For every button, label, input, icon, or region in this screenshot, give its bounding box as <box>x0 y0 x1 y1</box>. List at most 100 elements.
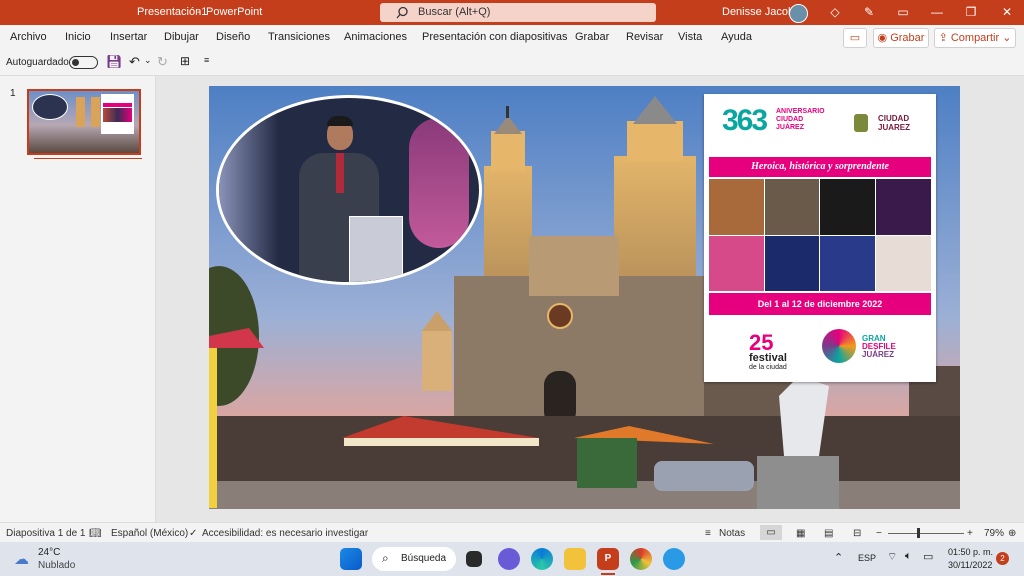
comment-icon: ▭ <box>849 32 861 44</box>
redo-icon[interactable]: ↻ <box>157 54 168 70</box>
notes-button[interactable]: Notas <box>719 528 745 539</box>
undo-icon[interactable]: ↶ <box>129 54 140 70</box>
tab-vista[interactable]: Vista <box>678 31 702 43</box>
chevron-up-icon[interactable]: ⌃ <box>834 551 843 564</box>
search-placeholder: Buscar (Alt+Q) <box>418 6 491 18</box>
ribbon-tabs: Archivo Inicio Insertar Dibujar Diseño T… <box>0 25 1024 49</box>
tab-revisar[interactable]: Revisar <box>626 31 663 43</box>
minimize-icon[interactable]: — <box>920 0 954 25</box>
restore-icon[interactable]: ❐ <box>954 0 988 25</box>
tab-animaciones[interactable]: Animaciones <box>344 31 407 43</box>
accessibility-status[interactable]: Accesibilidad: es necesario investigar <box>202 528 368 539</box>
tab-presentacion[interactable]: Presentación con diapositivas <box>422 31 568 43</box>
anniversary-line3: JUÁREZ <box>776 124 805 131</box>
taskbar: ☁ 24°C Nublado ⌕ Búsqueda P ⌃ ESP ⌔ 🔈︎ ▭… <box>0 542 1024 576</box>
record-label: Grabar <box>890 32 925 44</box>
active-app-indicator <box>601 573 615 575</box>
cloud-icon[interactable]: ☁ <box>14 550 29 568</box>
tab-archivo[interactable]: Archivo <box>10 31 47 43</box>
weather-desc[interactable]: Nublado <box>38 560 75 571</box>
anniversary-number: 363 <box>722 104 768 137</box>
battery-icon[interactable]: ▭ <box>923 550 933 563</box>
avatar[interactable] <box>789 4 808 23</box>
pen-icon[interactable]: ✎ <box>852 0 886 25</box>
weather-temp[interactable]: 24°C <box>38 547 60 558</box>
tab-insertar[interactable]: Insertar <box>110 31 147 43</box>
parade-logo-icon <box>822 329 856 363</box>
teams-icon[interactable] <box>498 548 520 570</box>
accessibility-icon[interactable]: ✓ <box>189 528 197 539</box>
record-button[interactable]: ◉ Grabar <box>873 28 929 48</box>
save-icon[interactable]: 💾︎ <box>106 54 123 70</box>
tab-ayuda[interactable]: Ayuda <box>721 31 752 43</box>
undo-dropdown-icon[interactable]: ⌄ <box>144 55 152 66</box>
parade-logo: GRAN DESFILE JUÁREZ <box>862 335 896 359</box>
anniversary-line1: ANIVERSARIO <box>776 108 825 115</box>
tab-dibujar[interactable]: Dibujar <box>164 31 199 43</box>
normal-view-icon[interactable]: ▭ <box>760 525 782 540</box>
slideshow-icon[interactable]: ⊟ <box>853 528 861 539</box>
quick-access-toolbar: Autoguardado 💾︎ ↶ ⌄ ↻ ⊞ ≡ <box>0 49 1024 76</box>
status-bar: Diapositiva 1 de 1 📖︎ Español (México) ✓… <box>0 522 1024 543</box>
share-button[interactable]: ⇪ Compartir ⌄ <box>934 28 1016 48</box>
close-icon[interactable]: ✕ <box>990 0 1024 25</box>
share-label: Compartir <box>950 32 1000 44</box>
speaker-icon[interactable]: 🔈︎ <box>905 550 912 563</box>
thumbnail-number: 1 <box>10 88 16 99</box>
record-icon: ◉ <box>877 32 891 44</box>
file-explorer-icon[interactable] <box>564 548 586 570</box>
zoom-level[interactable]: 79% <box>984 528 1004 539</box>
telegram-icon[interactable] <box>663 548 685 570</box>
zoom-in-icon[interactable]: + <box>967 528 973 539</box>
ribbon-display-icon[interactable]: ▭ <box>886 0 920 25</box>
task-view-icon[interactable] <box>466 551 482 567</box>
notes-icon[interactable]: ≡ <box>705 528 711 539</box>
share-icon: ⇪ <box>938 32 951 44</box>
fit-slide-icon[interactable]: ⊕ <box>1008 528 1016 539</box>
poster-dates: Del 1 al 12 de diciembre 2022 <box>709 293 931 315</box>
festival-line1: festival <box>749 352 787 364</box>
title-bar: Presentación1 - PowerPoint Buscar (Alt+Q… <box>0 0 1024 25</box>
customize-qat-icon[interactable]: ≡ <box>204 55 209 65</box>
wifi-icon[interactable]: ⌔ <box>887 550 897 564</box>
search-box[interactable]: Buscar (Alt+Q) <box>380 3 656 22</box>
slide-sorter-icon[interactable]: ▦ <box>796 528 805 539</box>
slide-thumbnail[interactable] <box>27 89 141 155</box>
city-seal-icon <box>854 114 868 132</box>
speaker-photo <box>216 95 482 285</box>
edge-icon[interactable] <box>531 548 553 570</box>
taskbar-search-icon: ⌕ <box>382 551 389 565</box>
event-poster: 363 ANIVERSARIO CIUDAD JUÁREZ CIUDAD JUA… <box>704 94 936 382</box>
autosave-toggle[interactable] <box>69 56 98 69</box>
city-logo-line2: JUAREZ <box>878 123 911 132</box>
anniversary-line2: CIUDAD <box>776 116 804 123</box>
comments-button[interactable]: ▭ <box>843 28 867 48</box>
present-icon[interactable]: ⊞ <box>180 54 190 68</box>
festival-logo: festival de la ciudad <box>749 353 787 373</box>
clock-date[interactable]: 30/11/2022 <box>948 560 992 570</box>
taskbar-search[interactable]: ⌕ Búsqueda <box>372 547 456 571</box>
chrome-icon[interactable] <box>630 548 652 570</box>
zoom-out-icon[interactable]: − <box>876 528 882 539</box>
zoom-slider[interactable] <box>888 533 964 534</box>
city-logo-line1: CIUDAD <box>878 114 910 123</box>
notification-badge[interactable]: 2 <box>996 552 1009 565</box>
spellcheck-icon[interactable]: 📖︎ <box>89 528 102 539</box>
powerpoint-icon[interactable]: P <box>597 548 619 570</box>
zoom-slider-thumb[interactable] <box>917 528 920 538</box>
tab-grabar[interactable]: Grabar <box>575 31 609 43</box>
windows-start-icon[interactable] <box>340 548 362 570</box>
tab-diseno[interactable]: Diseño <box>216 31 250 43</box>
autosave-label: Autoguardado <box>6 57 69 68</box>
reading-view-icon[interactable]: ▤ <box>824 528 833 539</box>
anniversary-text: ANIVERSARIO CIUDAD JUÁREZ <box>776 108 825 132</box>
tab-inicio[interactable]: Inicio <box>65 31 91 43</box>
input-language[interactable]: ESP <box>858 553 876 563</box>
city-logo: CIUDAD JUAREZ <box>878 114 910 132</box>
diamond-icon[interactable]: ◇ <box>818 0 852 25</box>
tab-transiciones[interactable]: Transiciones <box>268 31 330 43</box>
language-indicator[interactable]: Español (México) <box>111 528 188 539</box>
slide-counter: Diapositiva 1 de 1 <box>6 528 86 539</box>
slide-canvas[interactable]: 363 ANIVERSARIO CIUDAD JUÁREZ CIUDAD JUA… <box>209 86 960 509</box>
clock-time[interactable]: 01:50 p. m. <box>948 547 993 557</box>
